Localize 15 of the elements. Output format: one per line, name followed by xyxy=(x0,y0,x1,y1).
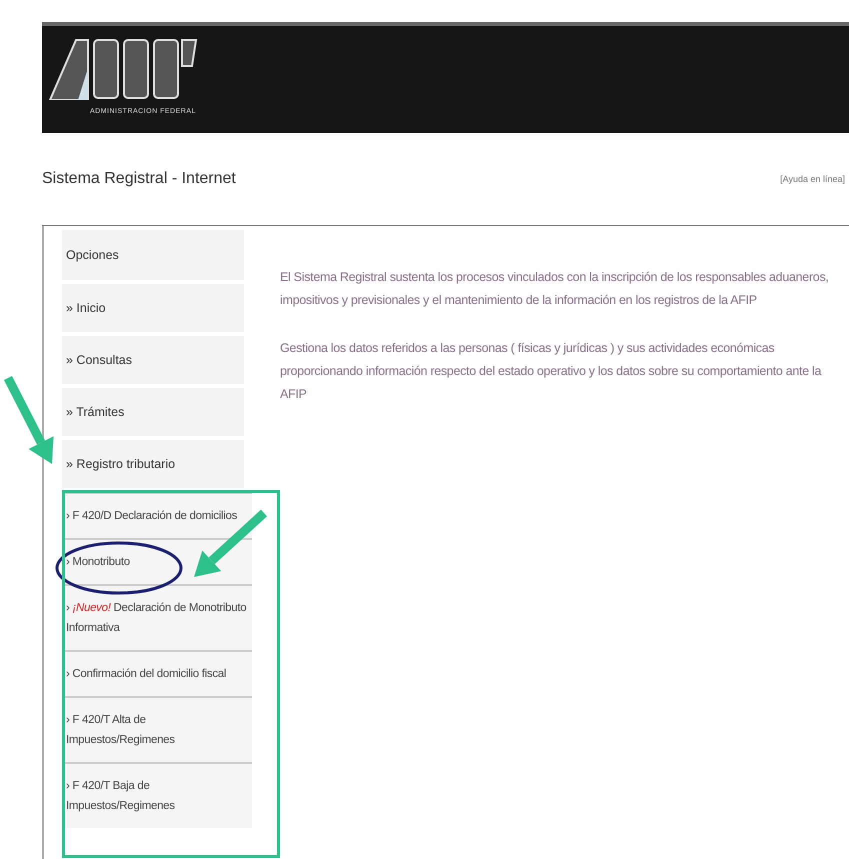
submenu-item[interactable]: › F 420/D Declaración de domicilios xyxy=(62,492,252,538)
menu-item[interactable]: » Inicio xyxy=(62,284,244,332)
menu-header: Opciones xyxy=(62,230,244,280)
paragraph: Gestiona los datos referidos a las personas ( físicas y jurídicas ) y sus actividades económicas proporcionando información respecto del estado operativo y los datos sobre su comportamiento ante la AFIP xyxy=(280,340,822,403)
logo-icon xyxy=(48,38,198,100)
help-link[interactable]: [Ayuda en línea] xyxy=(780,174,849,184)
menu-item[interactable]: » Consultas xyxy=(62,336,244,384)
page-title: Sistema Registral - Internet xyxy=(42,170,236,188)
paragraph: El Sistema Registral sustenta los procesos vinculados con la inscripción de los responsables aduaneros, impositivos y previsionales y el mantenimiento de la información en los registros de la AFIP xyxy=(280,269,830,309)
submenu-item[interactable]: › Confirmación del domicilio fiscal xyxy=(62,650,252,696)
menu-item[interactable]: » Trámites xyxy=(62,388,244,436)
submenu-item[interactable]: › ¡Nuevo! Declaración de Monotributo Informativa xyxy=(62,584,252,650)
submenu-item[interactable]: › F 420/T Baja de Impuestos/Regimenes xyxy=(62,762,252,828)
submenu-item[interactable]: › F 420/T Alta de Impuestos/Regimenes xyxy=(62,696,252,762)
menu-item[interactable]: » Registro tributario xyxy=(62,440,244,488)
